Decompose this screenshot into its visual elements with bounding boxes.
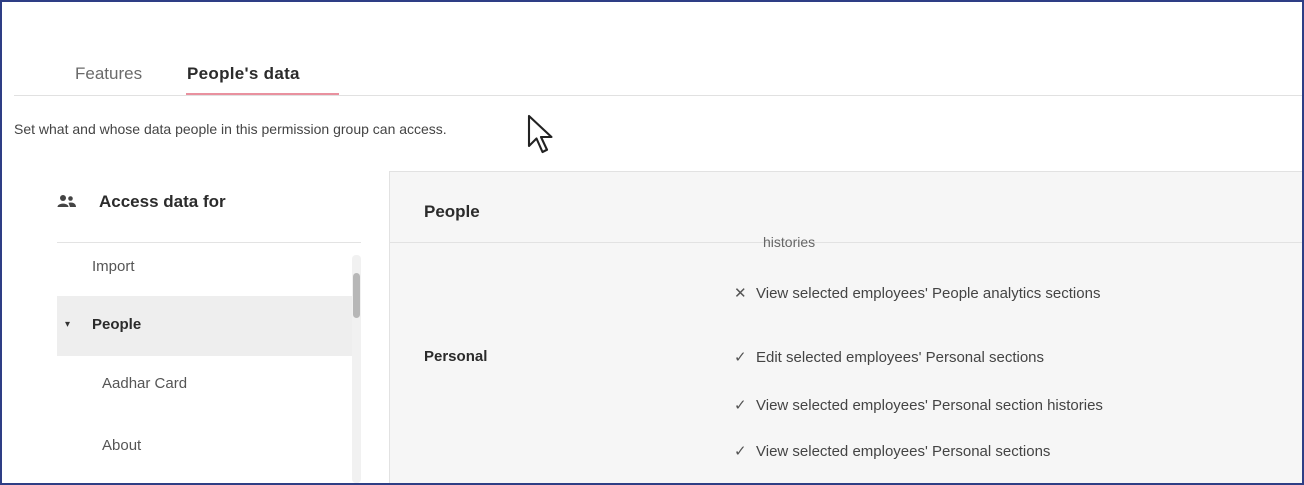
check-icon: ✓ (734, 349, 747, 366)
people-icon (57, 193, 79, 213)
sidebar-item-import[interactable]: Import (57, 258, 352, 282)
sidebar-item-label: Aadhar Card (102, 375, 188, 392)
truncated-permission-text: histories (763, 234, 816, 250)
check-icon: ✓ (734, 443, 747, 460)
mouse-cursor-icon (527, 114, 553, 154)
sidebar-item-label: Import (92, 258, 135, 275)
tab-peoples-data[interactable]: People's data (187, 64, 300, 94)
sidebar-header: Access data for (57, 192, 226, 216)
sidebar-item-label: About (102, 437, 142, 454)
permission-text: View selected employees' Personal sectio… (756, 443, 1051, 460)
sidebar-header-label: Access data for (99, 192, 226, 211)
permission-text: View selected employees' People analytic… (756, 285, 1101, 302)
sidebar-item-people[interactable]: ▾ People (57, 296, 352, 356)
permission-item: ✕ View selected employees' People analyti… (734, 284, 1100, 302)
permissions-panel: People histories ✕ View selected employee… (389, 171, 1302, 483)
permission-text: Edit selected employees' Personal sectio… (756, 349, 1045, 366)
permission-item: ✓ Edit selected employees' Personal secti… (734, 348, 1044, 366)
section-label-personal: Personal (424, 348, 488, 365)
check-icon: ✓ (734, 397, 747, 414)
page-description: Set what and whose data people in this p… (14, 121, 447, 137)
permission-item: ✓ View selected employees' Personal secti… (734, 442, 1050, 460)
permission-text: View selected employees' Personal sectio… (756, 397, 1103, 414)
sidebar-scrollbar[interactable] (352, 255, 361, 483)
cross-icon: ✕ (734, 285, 747, 302)
tabs-divider (14, 95, 1302, 96)
panel-title: People (424, 202, 480, 221)
sidebar-item-aadhar-card[interactable]: Aadhar Card (57, 375, 352, 399)
tab-features[interactable]: Features (75, 64, 142, 94)
sidebar-item-label: People (92, 316, 142, 333)
permission-item: ✓ View selected employees' Personal secti… (734, 396, 1103, 414)
sidebar-divider (57, 242, 361, 243)
sidebar-item-about[interactable]: About (57, 437, 352, 461)
chevron-down-icon: ▾ (65, 319, 71, 330)
window-frame: Features People's data Set what and whos… (0, 0, 1304, 485)
scrollbar-thumb[interactable] (353, 273, 360, 318)
panel-divider (390, 242, 1302, 243)
